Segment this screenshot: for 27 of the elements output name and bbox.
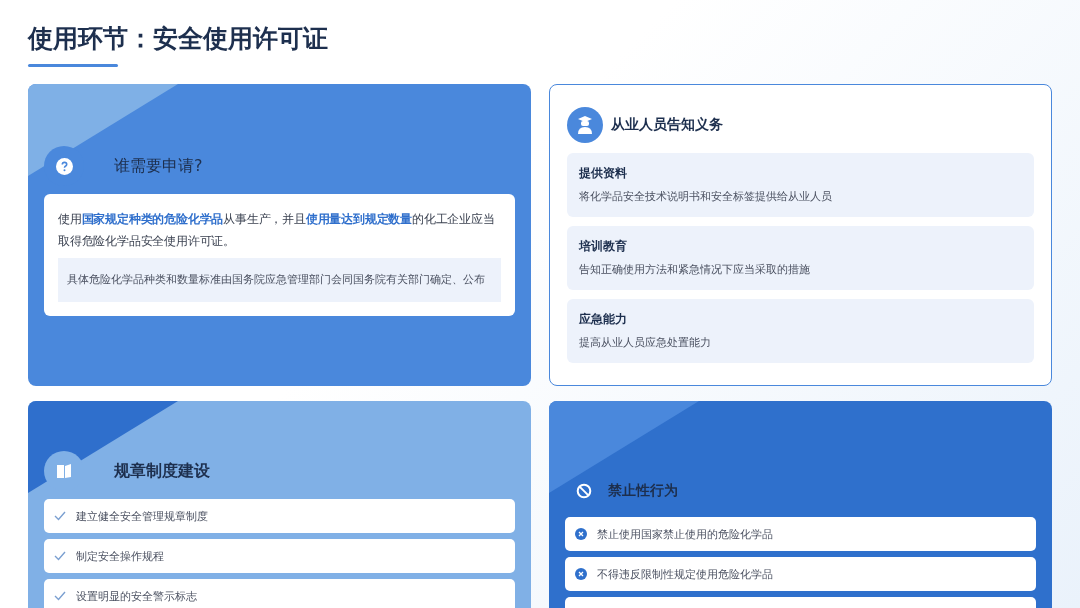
- item-description: 提高从业人员应急处置能力: [579, 336, 712, 350]
- card-heading: 规章制度建设: [114, 460, 210, 482]
- paragraph: 使用国家规定种类的危险化学品从事生产，并且使用量达到规定数量的化工企业应当取得危险化学品安全使用许可证。: [58, 211, 496, 250]
- graduate-icon: [567, 107, 603, 143]
- check-icon: [54, 511, 66, 521]
- prohibited-icon: [576, 483, 592, 499]
- cross-icon: [575, 568, 587, 580]
- note-text: 具体危险化学品种类和数量标准由国务院应急管理部门会同国务院有关部门确定、公布: [58, 258, 501, 302]
- item-description: 告知正确使用方法和紧急情况下应当采取的措施: [579, 263, 811, 277]
- card-heading: 禁止性行为: [608, 482, 678, 500]
- row-text: 不得违反限制性规定使用危险化学品: [597, 566, 773, 582]
- book-icon: [55, 462, 73, 480]
- item-title: 培训教育: [579, 238, 628, 255]
- cross-icon: [575, 528, 587, 540]
- page-title: 使用环节：安全使用许可证: [28, 23, 329, 55]
- item-title: 应急能力: [579, 311, 628, 328]
- check-icon: [54, 591, 66, 601]
- row-text: 建立健全安全管理规章制度: [76, 508, 208, 524]
- card-heading: 谁需要申请?: [114, 155, 203, 177]
- card-heading: 从业人员告知义务: [611, 116, 723, 134]
- item-description: 将化学品安全技术说明书和安全标签提供给从业人员: [579, 190, 833, 204]
- item-title: 提供资料: [579, 165, 628, 182]
- question-icon: [55, 157, 73, 175]
- row-text: 设置明显的安全警示标志: [76, 588, 197, 604]
- row-text: 禁止使用国家禁止使用的危险化学品: [597, 526, 773, 542]
- check-icon: [54, 551, 66, 561]
- row-text: 制定安全操作规程: [76, 548, 164, 564]
